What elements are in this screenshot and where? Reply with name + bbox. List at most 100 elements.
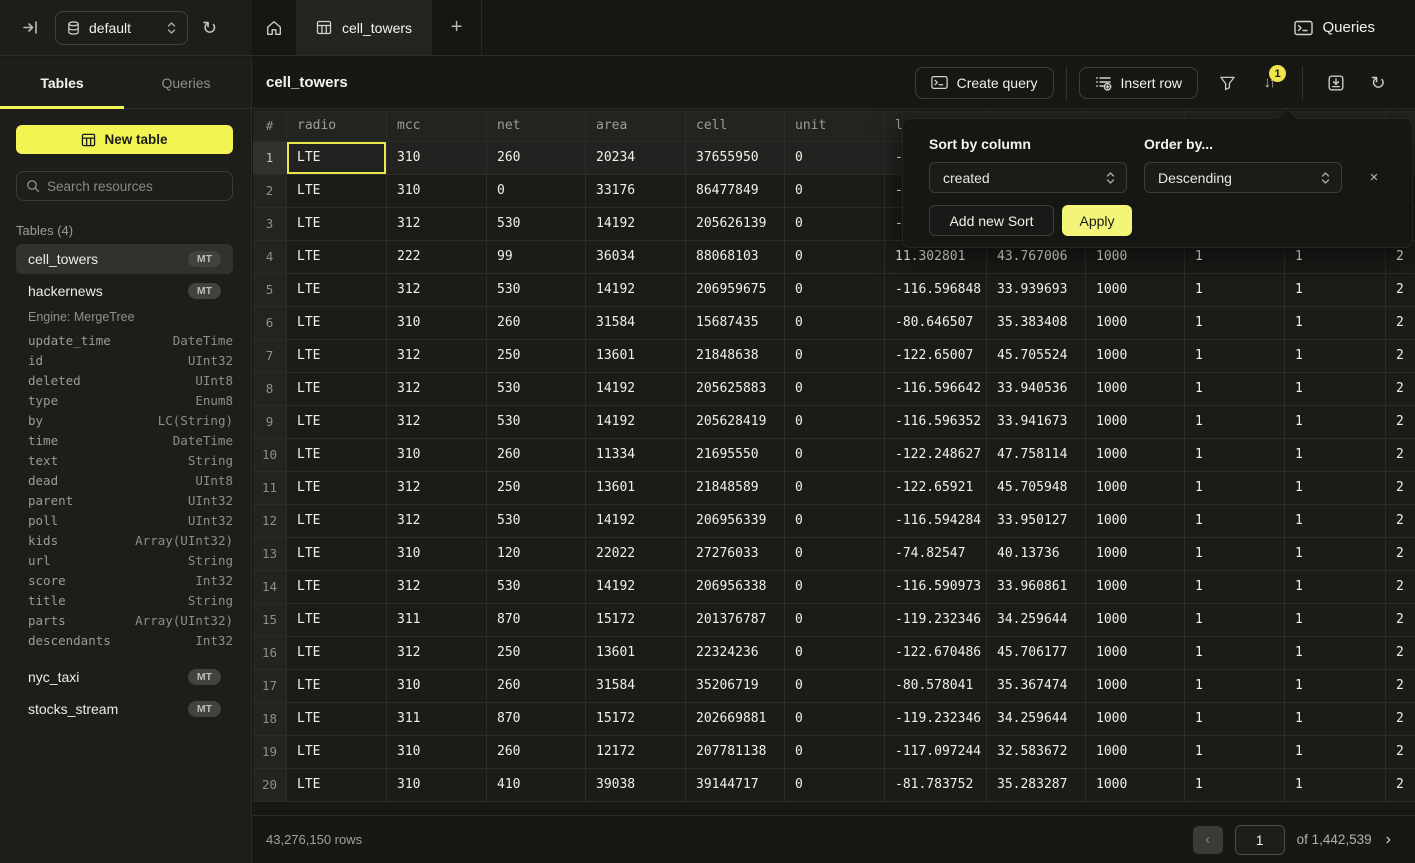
table-cell[interactable]: 21848638 [686,340,785,373]
table-cell[interactable]: 2 [1386,637,1415,670]
table-cell[interactable]: 36034 [586,241,686,274]
table-cell[interactable]: 2 [1386,373,1415,406]
table-cell[interactable]: 1000 [1086,703,1185,736]
table-cell[interactable]: 0 [785,340,885,373]
table-cell[interactable]: -116.596642 [885,373,987,406]
table-cell[interactable]: 32.583672 [987,736,1086,769]
sidebar-item-cell_towers[interactable]: cell_towersMT [16,244,233,274]
table-cell[interactable]: 13601 [586,637,686,670]
queries-button[interactable]: Queries [1294,0,1375,55]
table-cell[interactable]: 1000 [1086,274,1185,307]
table-cell[interactable]: 310 [387,538,487,571]
table-cell[interactable]: 33.940536 [987,373,1086,406]
table-cell[interactable]: LTE [287,307,387,340]
table-cell[interactable]: -116.596352 [885,406,987,439]
table-cell[interactable]: 1 [1185,307,1285,340]
sidebar-item-hackernews[interactable]: hackernewsMT [16,276,233,306]
table-cell[interactable]: 206956339 [686,505,785,538]
next-page-button[interactable]: › [1384,831,1393,849]
table-cell[interactable]: 47.758114 [987,439,1086,472]
table-cell[interactable]: LTE [287,571,387,604]
table-cell[interactable]: LTE [287,538,387,571]
table-cell[interactable]: -122.65921 [885,472,987,505]
table-cell[interactable]: 1 [1285,604,1386,637]
table-cell[interactable]: 1 [1185,571,1285,604]
table-cell[interactable]: 310 [387,439,487,472]
table-cell[interactable]: 1000 [1086,472,1185,505]
table-cell[interactable]: 0 [785,736,885,769]
table-cell[interactable]: 260 [487,142,586,175]
table-cell[interactable]: 0 [785,241,885,274]
table-cell[interactable]: 1 [1285,505,1386,538]
table-cell[interactable]: 2 [1386,703,1415,736]
table-cell[interactable]: 1 [1185,538,1285,571]
table-cell[interactable]: 0 [785,538,885,571]
table-cell[interactable]: 311 [387,703,487,736]
table-cell[interactable]: 310 [387,307,487,340]
row-number-cell[interactable]: 4 [253,241,287,274]
table-cell[interactable]: 0 [785,175,885,208]
row-number-cell[interactable]: 17 [253,670,287,703]
table-cell[interactable]: -122.65007 [885,340,987,373]
table-cell[interactable]: -119.232346 [885,703,987,736]
table-cell[interactable]: 0 [785,406,885,439]
table-cell[interactable]: 45.706177 [987,637,1086,670]
table-cell[interactable]: 310 [387,736,487,769]
table-cell[interactable]: 205628419 [686,406,785,439]
table-cell[interactable]: 0 [785,142,885,175]
table-cell[interactable]: 39144717 [686,769,785,802]
table-cell[interactable]: 1 [1185,505,1285,538]
table-cell[interactable]: 34.259644 [987,703,1086,736]
table-cell[interactable]: 1 [1185,769,1285,802]
table-cell[interactable]: 1 [1185,439,1285,472]
table-cell[interactable]: 1 [1285,703,1386,736]
create-query-button[interactable]: Create query [915,67,1054,99]
row-number-cell[interactable]: 16 [253,637,287,670]
table-cell[interactable]: 2 [1386,439,1415,472]
table-cell[interactable]: 33.941673 [987,406,1086,439]
table-cell[interactable]: 530 [487,373,586,406]
table-cell[interactable]: LTE [287,340,387,373]
table-cell[interactable]: 1 [1285,571,1386,604]
table-cell[interactable]: 14192 [586,571,686,604]
sidebar-tab-queries[interactable]: Queries [124,57,248,108]
table-cell[interactable]: 86477849 [686,175,785,208]
table-cell[interactable]: 312 [387,406,487,439]
table-cell[interactable]: 21695550 [686,439,785,472]
table-cell[interactable]: 1 [1185,406,1285,439]
table-cell[interactable]: 31584 [586,307,686,340]
sort-column-select[interactable]: created [929,162,1127,193]
table-cell[interactable]: 37655950 [686,142,785,175]
table-cell[interactable]: 530 [487,571,586,604]
table-cell[interactable]: 1 [1285,736,1386,769]
table-cell[interactable]: 1 [1185,736,1285,769]
table-cell[interactable]: 250 [487,340,586,373]
table-cell[interactable]: 2 [1386,736,1415,769]
table-cell[interactable]: 1 [1285,406,1386,439]
table-cell[interactable]: 45.705524 [987,340,1086,373]
table-cell[interactable]: 11334 [586,439,686,472]
table-cell[interactable]: 14192 [586,406,686,439]
table-cell[interactable]: 0 [785,307,885,340]
sort-order-select[interactable]: Descending [1144,162,1342,193]
table-cell[interactable]: -74.82547 [885,538,987,571]
table-cell[interactable]: 870 [487,703,586,736]
row-number-cell[interactable]: 2 [253,175,287,208]
row-number-cell[interactable]: 18 [253,703,287,736]
table-cell[interactable]: 2 [1386,670,1415,703]
row-number-cell[interactable]: 7 [253,340,287,373]
table-cell[interactable]: 0 [785,637,885,670]
table-cell[interactable]: 0 [785,670,885,703]
column-header[interactable]: radio [287,110,387,142]
table-cell[interactable]: 33.950127 [987,505,1086,538]
table-cell[interactable]: 12172 [586,736,686,769]
table-cell[interactable]: 1 [1285,769,1386,802]
table-cell[interactable]: 31584 [586,670,686,703]
table-cell[interactable]: 1000 [1086,769,1185,802]
refresh-database-icon[interactable]: ↻ [202,19,217,37]
table-cell[interactable]: LTE [287,175,387,208]
add-new-sort-button[interactable]: Add new Sort [929,205,1054,236]
table-cell[interactable]: 0 [785,373,885,406]
table-cell[interactable]: 1 [1185,472,1285,505]
row-number-cell[interactable]: 11 [253,472,287,505]
